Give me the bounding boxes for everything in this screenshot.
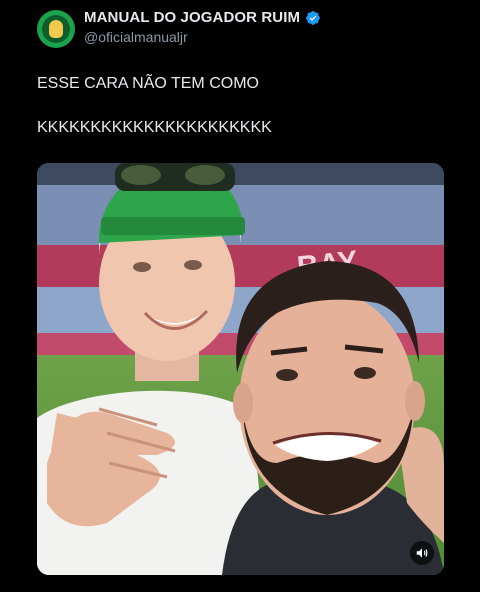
mute-button[interactable] bbox=[410, 541, 434, 565]
author-name-row: MANUAL DO JOGADOR RUIM bbox=[84, 9, 321, 26]
speaker-icon bbox=[416, 548, 428, 558]
tweet-text: ESSE CARA NÃO TEM COMO KKKKKKKKKKKKKKKKK… bbox=[37, 74, 447, 162]
verified-badge-icon bbox=[306, 10, 320, 25]
tweet-line-2: KKKKKKKKKKKKKKKKKKKKKK bbox=[37, 119, 272, 136]
tweet-video[interactable]: BAY bbox=[37, 163, 444, 575]
avatar[interactable] bbox=[37, 10, 75, 48]
video-frame: BAY bbox=[37, 163, 444, 575]
tweet-line-1: ESSE CARA NÃO TEM COMO bbox=[37, 75, 259, 92]
author-display-name[interactable]: MANUAL DO JOGADOR RUIM bbox=[84, 9, 300, 26]
author-handle[interactable]: @oficialmanualjr bbox=[84, 29, 188, 45]
avatar-logo bbox=[42, 15, 70, 43]
